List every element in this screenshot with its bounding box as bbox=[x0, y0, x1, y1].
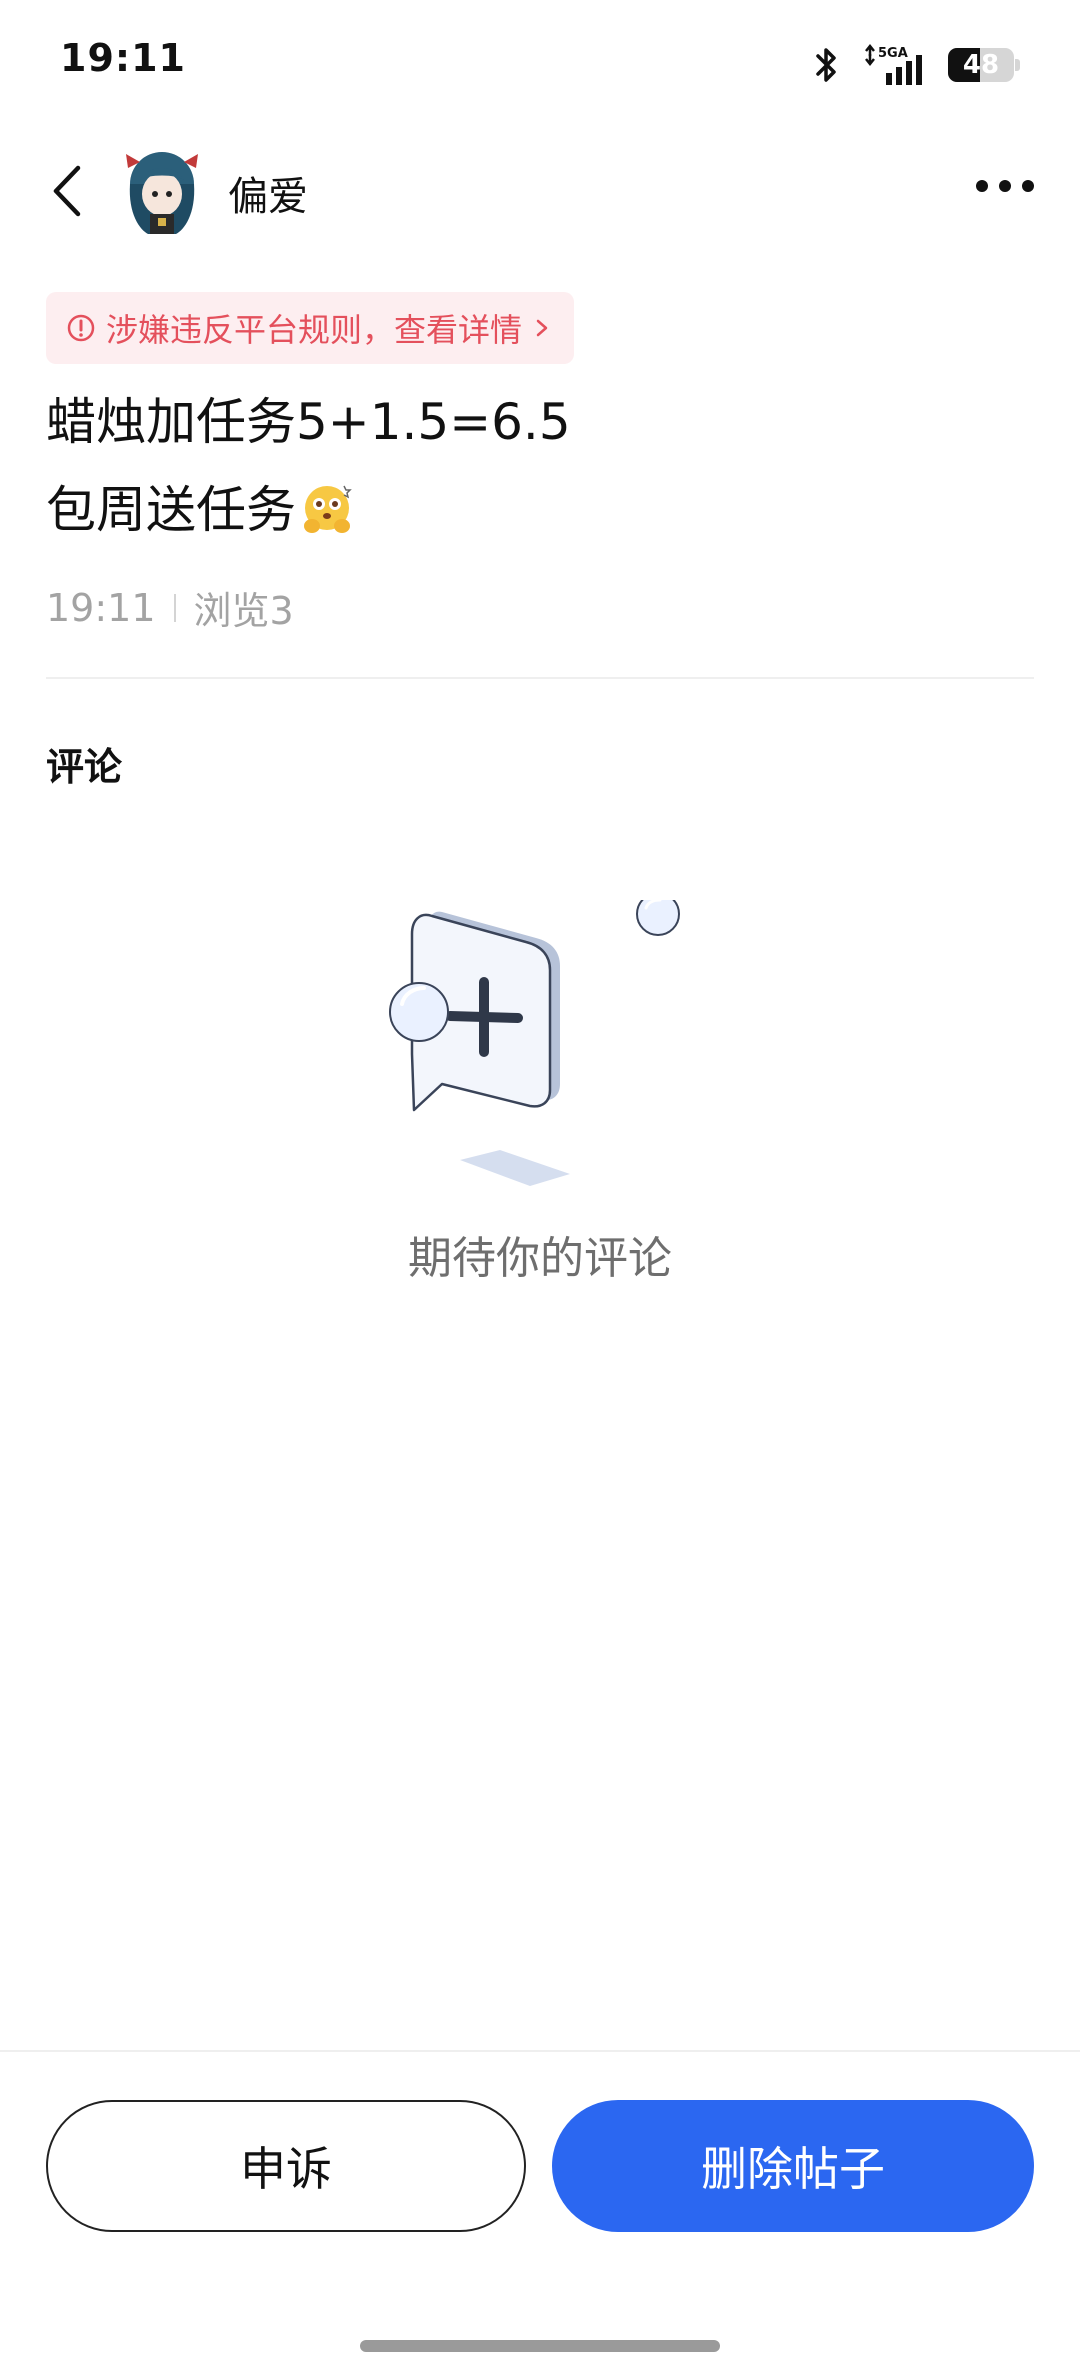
chevron-right-icon bbox=[536, 319, 548, 337]
back-icon[interactable] bbox=[40, 156, 100, 226]
cellular-signal-icon: 5GA bbox=[865, 43, 922, 85]
post-text-line-2: 包周送任务 bbox=[46, 481, 296, 539]
status-time: 19:11 bbox=[60, 36, 186, 80]
status-icons: 5GA 48 bbox=[814, 40, 1020, 90]
meta-divider bbox=[173, 593, 176, 622]
post-text-line-2-row: 包周送任务 bbox=[46, 466, 1036, 554]
post-meta: 19:11 浏览3 bbox=[46, 580, 294, 635]
network-label: 5GA bbox=[878, 46, 908, 61]
violation-warning-tag[interactable]: 涉嫌违反平台规则，查看详情 bbox=[46, 292, 575, 364]
comments-title: 评论 bbox=[46, 745, 123, 789]
post-text-line-1: 蜡烛加任务5+1.5=6.5 bbox=[46, 393, 571, 451]
appeal-button[interactable]: 申诉 bbox=[46, 2100, 526, 2232]
more-options-icon[interactable] bbox=[970, 166, 1040, 206]
delete-post-button[interactable]: 删除帖子 bbox=[552, 2100, 1034, 2232]
status-bar: 19:11 5GA 48 bbox=[0, 0, 1080, 130]
post-time: 19:11 bbox=[46, 585, 156, 630]
battery-tip bbox=[1015, 59, 1020, 71]
hugging-face-emoji-icon bbox=[304, 485, 352, 533]
empty-comments-text: 期待你的评论 bbox=[408, 1233, 672, 1284]
alert-circle-icon bbox=[67, 314, 95, 342]
bluetooth-icon bbox=[816, 48, 836, 82]
post-views: 浏览3 bbox=[193, 589, 294, 633]
nav-bar: 偏爱 bbox=[0, 130, 1080, 250]
post-content: 蜡烛加任务5+1.5=6.5 包周送任务 bbox=[46, 378, 1036, 554]
battery-icon: 48 bbox=[948, 48, 1020, 82]
username[interactable]: 偏爱 bbox=[228, 164, 308, 222]
home-indicator[interactable] bbox=[360, 2340, 720, 2352]
battery-percent: 48 bbox=[962, 50, 1000, 80]
avatar[interactable] bbox=[118, 144, 206, 236]
content-divider bbox=[46, 677, 1034, 679]
bottom-bar-divider bbox=[0, 2050, 1080, 2052]
empty-comment-illustration bbox=[389, 900, 680, 1186]
violation-warning-text: 涉嫌违反平台规则，查看详情 bbox=[106, 311, 523, 349]
